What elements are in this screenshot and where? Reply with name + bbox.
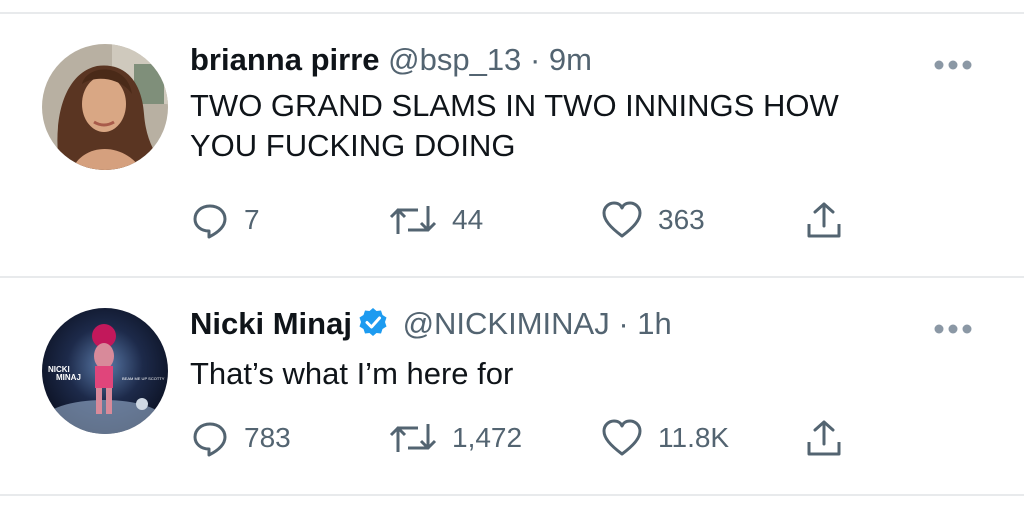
more-icon[interactable] bbox=[932, 58, 974, 72]
reply-count: 783 bbox=[244, 422, 291, 453]
avatar-text: BEAM ME UP SCOTTY bbox=[122, 376, 165, 381]
share-icon bbox=[807, 202, 841, 238]
tweet-header: Nicki Minaj @NICKIMINAJ · 1h bbox=[190, 304, 672, 344]
reply-button[interactable]: 7 bbox=[190, 198, 260, 242]
tweet-1[interactable]: brianna pirre @bsp_13 · 9m TWO GRAND SLA… bbox=[0, 14, 1024, 276]
avatar-text: MINAJ bbox=[56, 373, 81, 382]
timestamp[interactable]: 1h bbox=[637, 306, 671, 341]
profile-photo bbox=[42, 44, 168, 170]
share-button[interactable] bbox=[804, 416, 844, 460]
retweet-icon bbox=[389, 424, 437, 452]
tweet-text-line: YOU FUCKING DOING bbox=[190, 128, 516, 163]
avatar[interactable]: NICKI MINAJ BEAM ME UP SCOTTY bbox=[42, 308, 168, 434]
tweet-header: brianna pirre @bsp_13 · 9m bbox=[190, 40, 592, 80]
reply-count: 7 bbox=[244, 204, 260, 235]
user-handle[interactable]: @bsp_13 bbox=[388, 42, 521, 77]
more-icon[interactable] bbox=[932, 322, 974, 336]
reply-button[interactable]: 783 bbox=[190, 416, 291, 460]
retweet-icon bbox=[389, 206, 437, 234]
like-button[interactable]: 11.8K bbox=[600, 416, 729, 460]
retweet-count: 1,472 bbox=[452, 422, 523, 453]
reply-icon bbox=[193, 204, 227, 239]
like-icon bbox=[602, 419, 642, 456]
bottom-divider bbox=[0, 494, 1024, 496]
like-count: 363 bbox=[658, 204, 705, 235]
reply-icon bbox=[193, 422, 227, 457]
tweet-text-line: TWO GRAND SLAMS IN TWO INNINGS HOW bbox=[190, 88, 839, 123]
separator-dot: · bbox=[529, 42, 541, 77]
retweet-button[interactable]: 44 bbox=[388, 198, 483, 242]
retweet-count: 44 bbox=[452, 204, 484, 235]
avatar[interactable] bbox=[42, 44, 168, 170]
tweet-2[interactable]: NICKI MINAJ BEAM ME UP SCOTTY Nicki Mina… bbox=[0, 278, 1024, 494]
timestamp[interactable]: 9m bbox=[549, 42, 592, 77]
separator-dot: · bbox=[618, 306, 629, 341]
like-icon bbox=[602, 201, 642, 238]
tweet-text: That’s what I’m here for bbox=[190, 354, 970, 394]
share-button[interactable] bbox=[804, 198, 844, 242]
verified-badge-icon bbox=[358, 307, 388, 347]
display-name[interactable]: Nicki Minaj bbox=[190, 306, 352, 341]
tweet-text: TWO GRAND SLAMS IN TWO INNINGS HOW YOU F… bbox=[190, 86, 970, 166]
user-handle[interactable]: @NICKIMINAJ bbox=[403, 306, 610, 341]
retweet-button[interactable]: 1,472 bbox=[388, 416, 522, 460]
album-cover-photo: NICKI MINAJ BEAM ME UP SCOTTY bbox=[42, 308, 168, 434]
like-button[interactable]: 363 bbox=[600, 198, 705, 242]
tweet-text-line: That’s what I’m here for bbox=[190, 356, 514, 391]
display-name[interactable]: brianna pirre bbox=[190, 42, 380, 77]
share-icon bbox=[807, 420, 841, 456]
like-count: 11.8K bbox=[658, 422, 730, 453]
